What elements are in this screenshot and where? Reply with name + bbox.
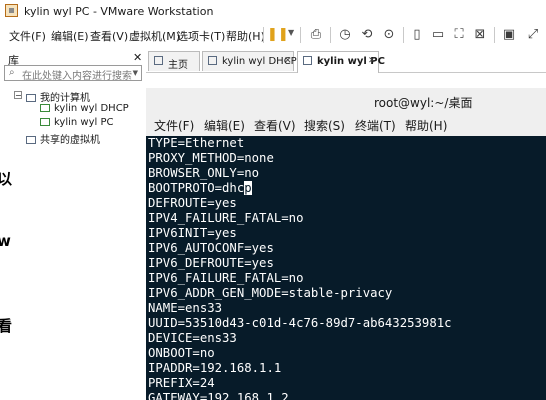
terminal-line: IPADDR=192.168.1.1 bbox=[148, 361, 282, 375]
send-ctrl-alt-del-icon[interactable]: ⎙ bbox=[306, 25, 326, 45]
search-icon: ⌕ bbox=[9, 67, 15, 78]
terminal-line: TYPE=Ethernet bbox=[148, 136, 245, 150]
menu-view[interactable]: 查看(V) bbox=[90, 28, 128, 44]
shared-vm-icon bbox=[26, 136, 36, 144]
tree-item-kylin-wyl-pc[interactable]: kylin wyl PC bbox=[40, 117, 114, 128]
terminal-line: NAME=ens33 bbox=[148, 301, 223, 315]
background-text-fragment: 看 bbox=[0, 317, 13, 335]
terminal-menu-file[interactable]: 文件(F) bbox=[154, 117, 194, 134]
toolbar-separator bbox=[263, 27, 264, 43]
tab-bar: 主页 kylin wyl DHCP ✕ kylin wyl PC ✕ bbox=[146, 48, 546, 73]
vm-icon bbox=[40, 104, 50, 112]
terminal-menu-search[interactable]: 搜索(S) bbox=[304, 117, 345, 134]
tab-kylin-wyl-dhcp[interactable]: kylin wyl DHCP ✕ bbox=[202, 51, 297, 71]
tree-item-shared-vms[interactable]: 共享的虚拟机 bbox=[26, 131, 100, 146]
close-icon[interactable]: ✕ bbox=[133, 51, 142, 64]
snapshot-manager-icon[interactable]: ⊙ bbox=[379, 25, 399, 45]
terminal-line: IPV6_DEFROUTE=yes bbox=[148, 256, 274, 270]
toolbar-separator bbox=[494, 27, 495, 43]
terminal-title-bar bbox=[146, 88, 546, 114]
unity-icon[interactable]: ⊠ bbox=[470, 25, 490, 45]
tree-item-kylin-wyl-dhcp[interactable]: kylin wyl DHCP bbox=[40, 103, 129, 114]
menu-bar: 文件(F) 编辑(E) 查看(V) 虚拟机(M) 选项卡(T) 帮助(H) ❚❚… bbox=[0, 22, 546, 49]
fullscreen-icon[interactable]: ⛶ bbox=[449, 25, 469, 45]
computer-icon bbox=[26, 94, 36, 102]
terminal-text: BOOTPROTO=dhc bbox=[148, 181, 245, 195]
terminal-line: IPV6INIT=yes bbox=[148, 226, 237, 240]
pause-dropdown-icon[interactable]: ▼ bbox=[288, 28, 294, 37]
menu-help[interactable]: 帮助(H) bbox=[226, 28, 265, 44]
menu-tabs[interactable]: 选项卡(T) bbox=[177, 28, 225, 44]
terminal-line: IPV6_FAILURE_FATAL=no bbox=[148, 271, 304, 285]
terminal-line: DEVICE=ens33 bbox=[148, 331, 237, 345]
menu-edit[interactable]: 编辑(E) bbox=[51, 28, 89, 44]
menu-file[interactable]: 文件(F) bbox=[9, 28, 46, 44]
stretch-icon[interactable]: ⤢ bbox=[523, 25, 543, 45]
terminal-line: DEFROUTE=yes bbox=[148, 196, 237, 210]
terminal-menu-help[interactable]: 帮助(H) bbox=[405, 117, 447, 134]
collapse-icon[interactable]: − bbox=[14, 91, 22, 100]
terminal-line: BROWSER_ONLY=no bbox=[148, 166, 260, 180]
thumbnail-view-icon[interactable]: ▭ bbox=[428, 25, 448, 45]
background-text-fragment: 以 bbox=[0, 170, 13, 188]
snapshot-icon[interactable]: ◷ bbox=[335, 25, 355, 45]
terminal-title: root@wyl:~/桌面 bbox=[374, 96, 473, 110]
terminal-menu-view[interactable]: 查看(V) bbox=[254, 117, 296, 134]
library-view-icon[interactable]: ▯ bbox=[407, 25, 427, 45]
terminal-menu-terminal[interactable]: 终端(T) bbox=[355, 117, 396, 134]
console-icon[interactable]: ▣ bbox=[499, 25, 519, 45]
vm-icon bbox=[40, 118, 50, 126]
chevron-down-icon[interactable]: ▼ bbox=[133, 69, 138, 77]
menu-vm[interactable]: 虚拟机(M) bbox=[129, 28, 180, 44]
terminal-line-bootproto: BOOTPROTO=dhcp bbox=[148, 181, 252, 195]
terminal-line: IPV6_ADDR_GEN_MODE=stable-privacy bbox=[148, 286, 393, 300]
vm-icon bbox=[303, 56, 312, 65]
background-text-fragment: w bbox=[0, 232, 11, 250]
tab-home[interactable]: 主页 bbox=[148, 51, 200, 71]
revert-snapshot-icon[interactable]: ⟲ bbox=[357, 25, 377, 45]
close-icon[interactable]: ✕ bbox=[368, 56, 376, 66]
terminal-menu-edit[interactable]: 编辑(E) bbox=[204, 117, 245, 134]
terminal-line: UUID=53510d43-c01d-4c76-89d7-ab643253981… bbox=[148, 316, 452, 330]
tab-kylin-wyl-pc[interactable]: kylin wyl PC ✕ bbox=[297, 51, 385, 73]
tree-item-my-computer[interactable]: 我的计算机 bbox=[26, 89, 90, 104]
title-bar: kylin wyl PC - VMware Workstation bbox=[0, 0, 546, 22]
vm-icon bbox=[208, 56, 217, 65]
pause-icon[interactable]: ❚❚ bbox=[267, 25, 289, 45]
library-search-input[interactable]: ⌕ 在此处键入内容进行搜索 ▼ bbox=[4, 65, 142, 82]
terminal-line: ONBOOT=no bbox=[148, 346, 215, 360]
window-title: kylin wyl PC - VMware Workstation bbox=[24, 5, 214, 18]
terminal-line: PREFIX=24 bbox=[148, 376, 215, 390]
toolbar-separator bbox=[330, 27, 331, 43]
terminal-line: GATEWAY=192.168.1.2 bbox=[148, 391, 289, 400]
terminal-line: IPV4_FAILURE_FATAL=no bbox=[148, 211, 304, 225]
terminal-line: PROXY_METHOD=none bbox=[148, 151, 274, 165]
terminal-content[interactable]: TYPE=Ethernet PROXY_METHOD=none BROWSER_… bbox=[146, 136, 546, 400]
close-icon[interactable]: ✕ bbox=[284, 56, 292, 66]
home-icon bbox=[154, 56, 163, 65]
toolbar-separator bbox=[403, 27, 404, 43]
toolbar-separator bbox=[300, 27, 301, 43]
search-placeholder: 在此处键入内容进行搜索 bbox=[22, 71, 132, 82]
terminal-cursor: p bbox=[244, 181, 252, 195]
terminal-line: IPV6_AUTOCONF=yes bbox=[148, 241, 274, 255]
vmware-app-icon bbox=[5, 4, 18, 17]
